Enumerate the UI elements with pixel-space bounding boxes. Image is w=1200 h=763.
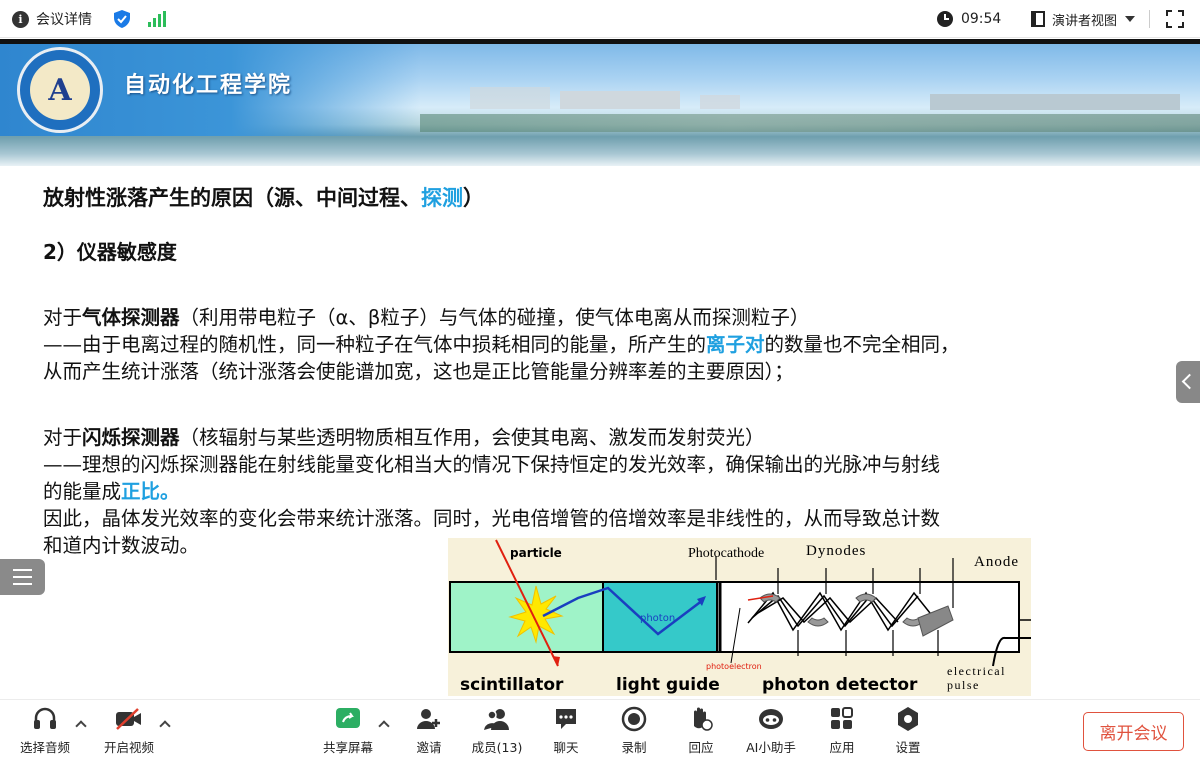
banner-building <box>470 87 550 109</box>
paragraph-line: 因此，晶体发光效率的变化会带来统计涨落。同时，光电倍增管的倍增效率是非线性的，从… <box>43 507 941 530</box>
divider <box>1149 10 1150 28</box>
diagram-svg: particle photon Photocathode Dynodes Ano… <box>449 539 1031 695</box>
paragraph-line: 从而产生统计涨落（统计涨落会使能谱加宽，这也是正比管能量分辨率差的主要原因）； <box>43 360 794 383</box>
gear-icon <box>898 707 918 731</box>
audio-options-chevron[interactable] <box>75 720 87 732</box>
record-icon <box>621 706 647 732</box>
invite-button[interactable]: 邀请 <box>408 700 450 763</box>
apps-label: 应用 <box>829 740 855 755</box>
school-name: 自动化工程学院 <box>124 72 293 98</box>
paragraph-line: 和道内计数波动。 <box>43 534 200 557</box>
share-options-chevron[interactable] <box>378 720 390 732</box>
network-signal-icon <box>148 11 166 27</box>
clock-icon <box>936 11 953 27</box>
label-dynodes: Dynodes <box>806 543 866 559</box>
chat-icon <box>556 709 576 729</box>
apps-button[interactable]: 应用 <box>822 700 862 763</box>
paragraph-line: 的能量成正比。 <box>43 480 180 503</box>
chevron-down-icon[interactable] <box>1125 16 1135 22</box>
photomultiplier-tube <box>716 581 1020 653</box>
leave-meeting-button[interactable]: 离开会议 <box>1083 712 1184 751</box>
record-label: 录制 <box>621 740 647 755</box>
ai-label: AI小助手 <box>746 740 796 755</box>
label-electrical: electrical <box>947 664 1006 678</box>
info-icon[interactable]: i <box>12 10 29 28</box>
meeting-info-group[interactable]: i 会议详情 <box>12 9 166 29</box>
school-logo: A <box>17 47 103 133</box>
list-menu-icon[interactable] <box>0 559 45 595</box>
meeting-info-label[interactable]: 会议详情 <box>36 9 92 29</box>
slide-subtitle: 2）仪器敏感度 <box>43 240 177 264</box>
ai-assistant-button[interactable]: AI小助手 <box>740 700 802 763</box>
reaction-hand-icon <box>694 707 713 731</box>
label-particle: particle <box>510 546 562 560</box>
label-photon-detector: photon detector <box>762 675 918 695</box>
meeting-toolbar: 选择音频 开启视频 共享屏幕 邀请 成员(13) 聊天 录制 回应 AI小助手 … <box>0 699 1200 763</box>
members-button[interactable]: 成员(13) <box>466 700 528 763</box>
settings-button[interactable]: 设置 <box>888 700 928 763</box>
add-user-icon <box>417 709 440 729</box>
record-button[interactable]: 录制 <box>614 700 654 763</box>
video-label: 开启视频 <box>103 740 154 755</box>
audio-button[interactable]: 选择音频 <box>14 700 76 763</box>
apps-icon <box>831 707 853 729</box>
video-options-chevron[interactable] <box>159 720 171 732</box>
paragraph-line: ——由于电离过程的随机性，同一种粒子在气体中损耗相同的能量，所产生的离子对的数量… <box>43 333 960 356</box>
audio-label: 选择音频 <box>19 740 70 755</box>
invite-label: 邀请 <box>416 740 442 755</box>
chat-label: 聊天 <box>553 740 579 755</box>
meeting-time: 09:54 <box>960 11 1002 27</box>
members-icon <box>484 709 509 730</box>
label-photocathode: Photocathode <box>688 546 764 561</box>
shared-slide: A 自动化工程学院 放射性涨落产生的原因（源、中间过程、探测） 2）仪器敏感度 … <box>0 39 1200 699</box>
members-label: 成员(13) <box>471 740 523 755</box>
speaker-view-button[interactable]: 演讲者视图 <box>1052 10 1117 29</box>
label-photon: photon <box>640 613 675 624</box>
label-pulse: pulse <box>947 678 980 692</box>
paragraph-line: 对于闪烁探测器（核辐射与某些透明物质相互作用，会使其电离、激发而发射荧光） <box>43 426 765 449</box>
label-scintillator: scintillator <box>460 675 564 695</box>
speaker-view-icon[interactable] <box>1030 11 1045 27</box>
react-label: 回应 <box>688 740 714 755</box>
settings-label: 设置 <box>895 740 921 755</box>
label-light-guide: light guide <box>616 675 720 695</box>
ai-assistant-icon <box>759 709 783 729</box>
slide-title: 放射性涨落产生的原因（源、中间过程、探测） <box>43 186 484 210</box>
banner-building <box>930 94 1180 110</box>
label-anode: Anode <box>974 554 1019 570</box>
banner-trees <box>420 114 1200 132</box>
paragraph-line: ——理想的闪烁探测器能在射线能量变化相当大的情况下保持恒定的发光效率，确保输出的… <box>43 453 941 476</box>
banner-building <box>560 91 680 109</box>
security-shield-icon[interactable] <box>114 10 130 28</box>
collapse-panel-tab[interactable] <box>1176 361 1200 403</box>
share-screen-icon <box>336 708 360 728</box>
scintillation-detector-diagram: particle photon Photocathode Dynodes Ano… <box>448 538 1031 696</box>
share-label: 共享屏幕 <box>322 740 373 755</box>
meeting-top-bar: i 会议详情 09:54 演讲者视图 <box>0 0 1200 38</box>
banner-building <box>700 95 740 109</box>
camera-off-icon <box>116 708 141 730</box>
headset-icon <box>34 707 56 729</box>
share-screen-button[interactable]: 共享屏幕 <box>318 700 378 763</box>
react-button[interactable]: 回应 <box>680 700 722 763</box>
fullscreen-icon[interactable] <box>1166 10 1184 28</box>
video-button[interactable]: 开启视频 <box>98 700 160 763</box>
label-photoelectron: photoelectron <box>706 662 762 671</box>
chat-button[interactable]: 聊天 <box>546 700 586 763</box>
paragraph-line: 对于气体探测器（利用带电粒子（α、β粒子）与气体的碰撞，使气体电离从而探测粒子） <box>43 306 810 329</box>
